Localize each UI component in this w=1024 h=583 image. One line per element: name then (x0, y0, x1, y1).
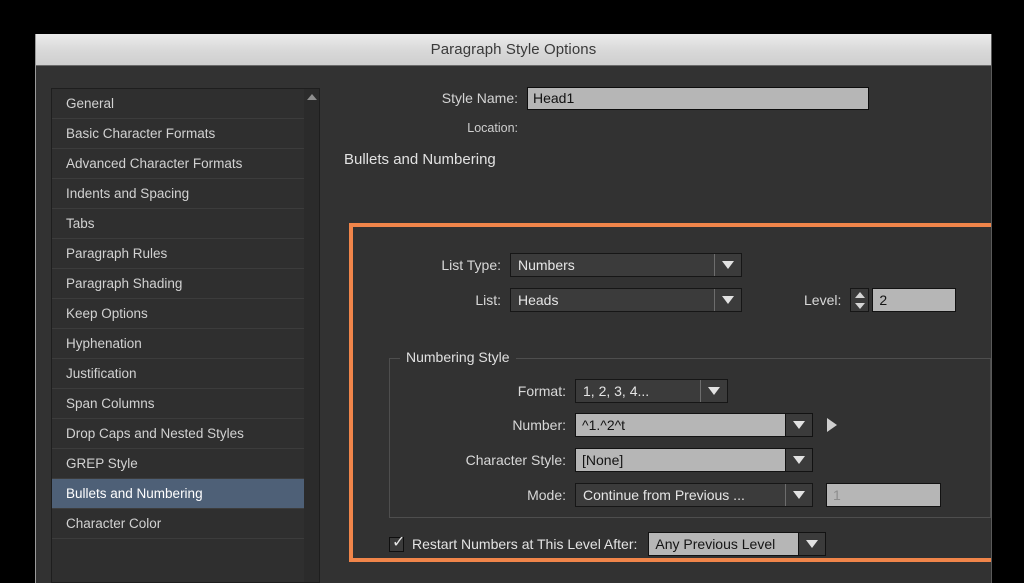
style-name-row: Style Name: Head1 (326, 86, 991, 110)
highlight-annotation-box: List Type: Numbers List: Heads L (349, 223, 992, 562)
category-list-scrollbar[interactable] (304, 88, 320, 583)
chevron-down-icon[interactable] (785, 484, 812, 506)
number-combobox[interactable]: ^1.^2^t (575, 413, 813, 437)
mode-start-at-input[interactable]: 1 (826, 483, 941, 507)
sidebar-item-hyphenation[interactable]: Hyphenation (52, 329, 304, 359)
options-pane: Style Name: Head1 Location: Bullets and … (326, 66, 991, 583)
list-type-dropdown[interactable]: Numbers (510, 253, 742, 277)
restart-numbers-row: ✓ Restart Numbers at This Level After: A… (389, 532, 826, 556)
format-row: Format: 1, 2, 3, 4... (354, 379, 728, 403)
number-value: ^1.^2^t (582, 417, 625, 433)
list-type-label: List Type: (353, 257, 501, 273)
sidebar-item-paragraph-shading[interactable]: Paragraph Shading (52, 269, 304, 299)
character-style-row: Character Style: [None] (354, 448, 813, 472)
mode-dropdown[interactable]: Continue from Previous ... (575, 483, 813, 507)
list-type-value: Numbers (518, 257, 575, 273)
list-type-row: List Type: Numbers (353, 253, 742, 277)
stepper-up-icon[interactable] (855, 292, 865, 298)
format-value: 1, 2, 3, 4... (583, 383, 649, 399)
sidebar-item-drop-caps-and-nested-styles[interactable]: Drop Caps and Nested Styles (52, 419, 304, 449)
sidebar-item-indents-and-spacing[interactable]: Indents and Spacing (52, 179, 304, 209)
sidebar-item-advanced-character-formats[interactable]: Advanced Character Formats (52, 149, 304, 179)
format-dropdown[interactable]: 1, 2, 3, 4... (575, 379, 728, 403)
list-value: Heads (518, 292, 558, 308)
dialog-body: GeneralBasic Character FormatsAdvanced C… (36, 66, 991, 583)
paragraph-style-options-dialog: Paragraph Style Options GeneralBasic Cha… (35, 34, 992, 583)
chevron-down-icon[interactable] (700, 380, 727, 402)
style-name-input[interactable]: Head1 (527, 87, 869, 110)
number-row: Number: ^1.^2^t (354, 413, 837, 437)
sidebar-item-character-color[interactable]: Character Color (52, 509, 304, 539)
stepper-down-icon[interactable] (855, 303, 865, 309)
location-row: Location: (326, 119, 991, 137)
sidebar-item-justification[interactable]: Justification (52, 359, 304, 389)
sidebar-item-paragraph-rules[interactable]: Paragraph Rules (52, 239, 304, 269)
bullets-numbering-panel: List Type: Numbers List: Heads L (353, 227, 992, 558)
dialog-titlebar: Paragraph Style Options (36, 34, 991, 66)
category-list[interactable]: GeneralBasic Character FormatsAdvanced C… (51, 88, 304, 583)
sidebar-item-bullets-and-numbering[interactable]: Bullets and Numbering (52, 479, 304, 509)
check-icon: ✓ (392, 535, 405, 551)
chevron-down-icon[interactable] (798, 533, 825, 555)
numbering-style-group: Numbering Style Format: 1, 2, 3, 4... Nu… (389, 358, 991, 518)
sidebar-item-tabs[interactable]: Tabs (52, 209, 304, 239)
style-name-label: Style Name: (326, 90, 518, 106)
number-label: Number: (354, 417, 566, 433)
list-label: List: (353, 292, 501, 308)
location-label: Location: (326, 121, 518, 135)
restart-numbers-checkbox[interactable]: ✓ (389, 537, 404, 552)
number-flyout-arrow-icon[interactable] (827, 418, 837, 432)
character-style-label: Character Style: (354, 452, 566, 468)
restart-after-dropdown[interactable]: Any Previous Level (648, 532, 826, 556)
restart-after-value: Any Previous Level (655, 536, 775, 552)
numbering-style-legend: Numbering Style (400, 349, 516, 365)
level-stepper[interactable] (850, 288, 869, 312)
sidebar-item-basic-character-formats[interactable]: Basic Character Formats (52, 119, 304, 149)
dialog-title: Paragraph Style Options (431, 41, 597, 58)
sidebar-item-span-columns[interactable]: Span Columns (52, 389, 304, 419)
list-dropdown[interactable]: Heads (510, 288, 742, 312)
scroll-up-arrow-icon[interactable] (307, 94, 317, 100)
sidebar-item-keep-options[interactable]: Keep Options (52, 299, 304, 329)
level-label: Level: (804, 292, 841, 308)
chevron-down-icon[interactable] (714, 254, 741, 276)
mode-value: Continue from Previous ... (583, 487, 745, 503)
format-label: Format: (354, 383, 566, 399)
list-row: List: Heads Level: 2 (353, 288, 956, 312)
mode-row: Mode: Continue from Previous ... 1 (354, 483, 941, 507)
sidebar-item-grep-style[interactable]: GREP Style (52, 449, 304, 479)
mode-label: Mode: (354, 487, 566, 503)
restart-numbers-label: Restart Numbers at This Level After: (412, 536, 637, 552)
level-input[interactable]: 2 (872, 288, 956, 312)
chevron-down-icon[interactable] (785, 449, 812, 471)
sidebar-item-general[interactable]: General (52, 89, 304, 119)
character-style-dropdown[interactable]: [None] (575, 448, 813, 472)
chevron-down-icon[interactable] (785, 414, 812, 436)
character-style-value: [None] (582, 452, 623, 468)
chevron-down-icon[interactable] (714, 289, 741, 311)
section-title: Bullets and Numbering (344, 151, 991, 168)
